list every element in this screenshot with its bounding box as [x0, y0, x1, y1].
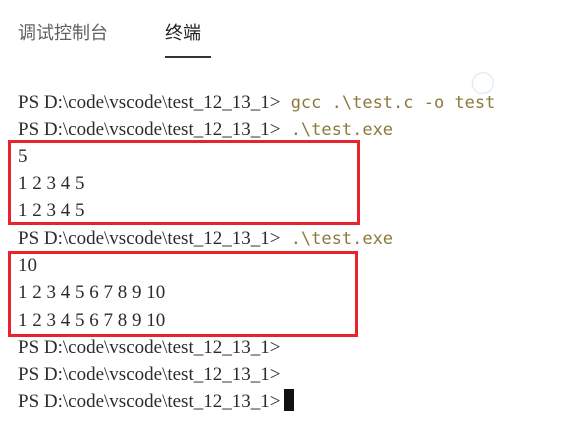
terminal-command: gcc .\test.c -o test [280, 93, 496, 113]
active-tab-indicator [165, 56, 211, 58]
terminal-prompt: PS D:\code\vscode\test_12_13_1> [18, 228, 281, 249]
text-cursor [284, 389, 295, 411]
terminal-prompt: PS D:\code\vscode\test_12_13_1> [18, 119, 281, 140]
terminal-line: PS D:\code\vscode\test_12_13_1> [18, 361, 280, 388]
terminal-line: PS D:\code\vscode\test_12_13_1> .\test.e… [18, 116, 393, 143]
terminal-command: .\test.exe [280, 120, 394, 140]
terminal-command: .\test.exe [280, 229, 394, 249]
highlight-box-second-run [8, 251, 358, 337]
terminal-line: PS D:\code\vscode\test_12_13_1> [18, 388, 295, 415]
highlight-box-first-run [8, 140, 360, 225]
terminal-prompt: PS D:\code\vscode\test_12_13_1> [18, 337, 281, 358]
terminal-line: PS D:\code\vscode\test_12_13_1> .\test.e… [18, 225, 393, 252]
terminal-prompt: PS D:\code\vscode\test_12_13_1> [18, 391, 281, 412]
terminal-prompt: PS D:\code\vscode\test_12_13_1> [18, 364, 281, 385]
panel-tab-bar: 调试控制台 终端 [0, 0, 577, 60]
tab-terminal[interactable]: 终端 [165, 22, 201, 46]
terminal-line: PS D:\code\vscode\test_12_13_1> [18, 334, 280, 361]
tab-debug-console[interactable]: 调试控制台 [18, 22, 108, 46]
terminal-prompt: PS D:\code\vscode\test_12_13_1> [18, 92, 281, 113]
terminal-line: PS D:\code\vscode\test_12_13_1> gcc .\te… [18, 89, 495, 116]
